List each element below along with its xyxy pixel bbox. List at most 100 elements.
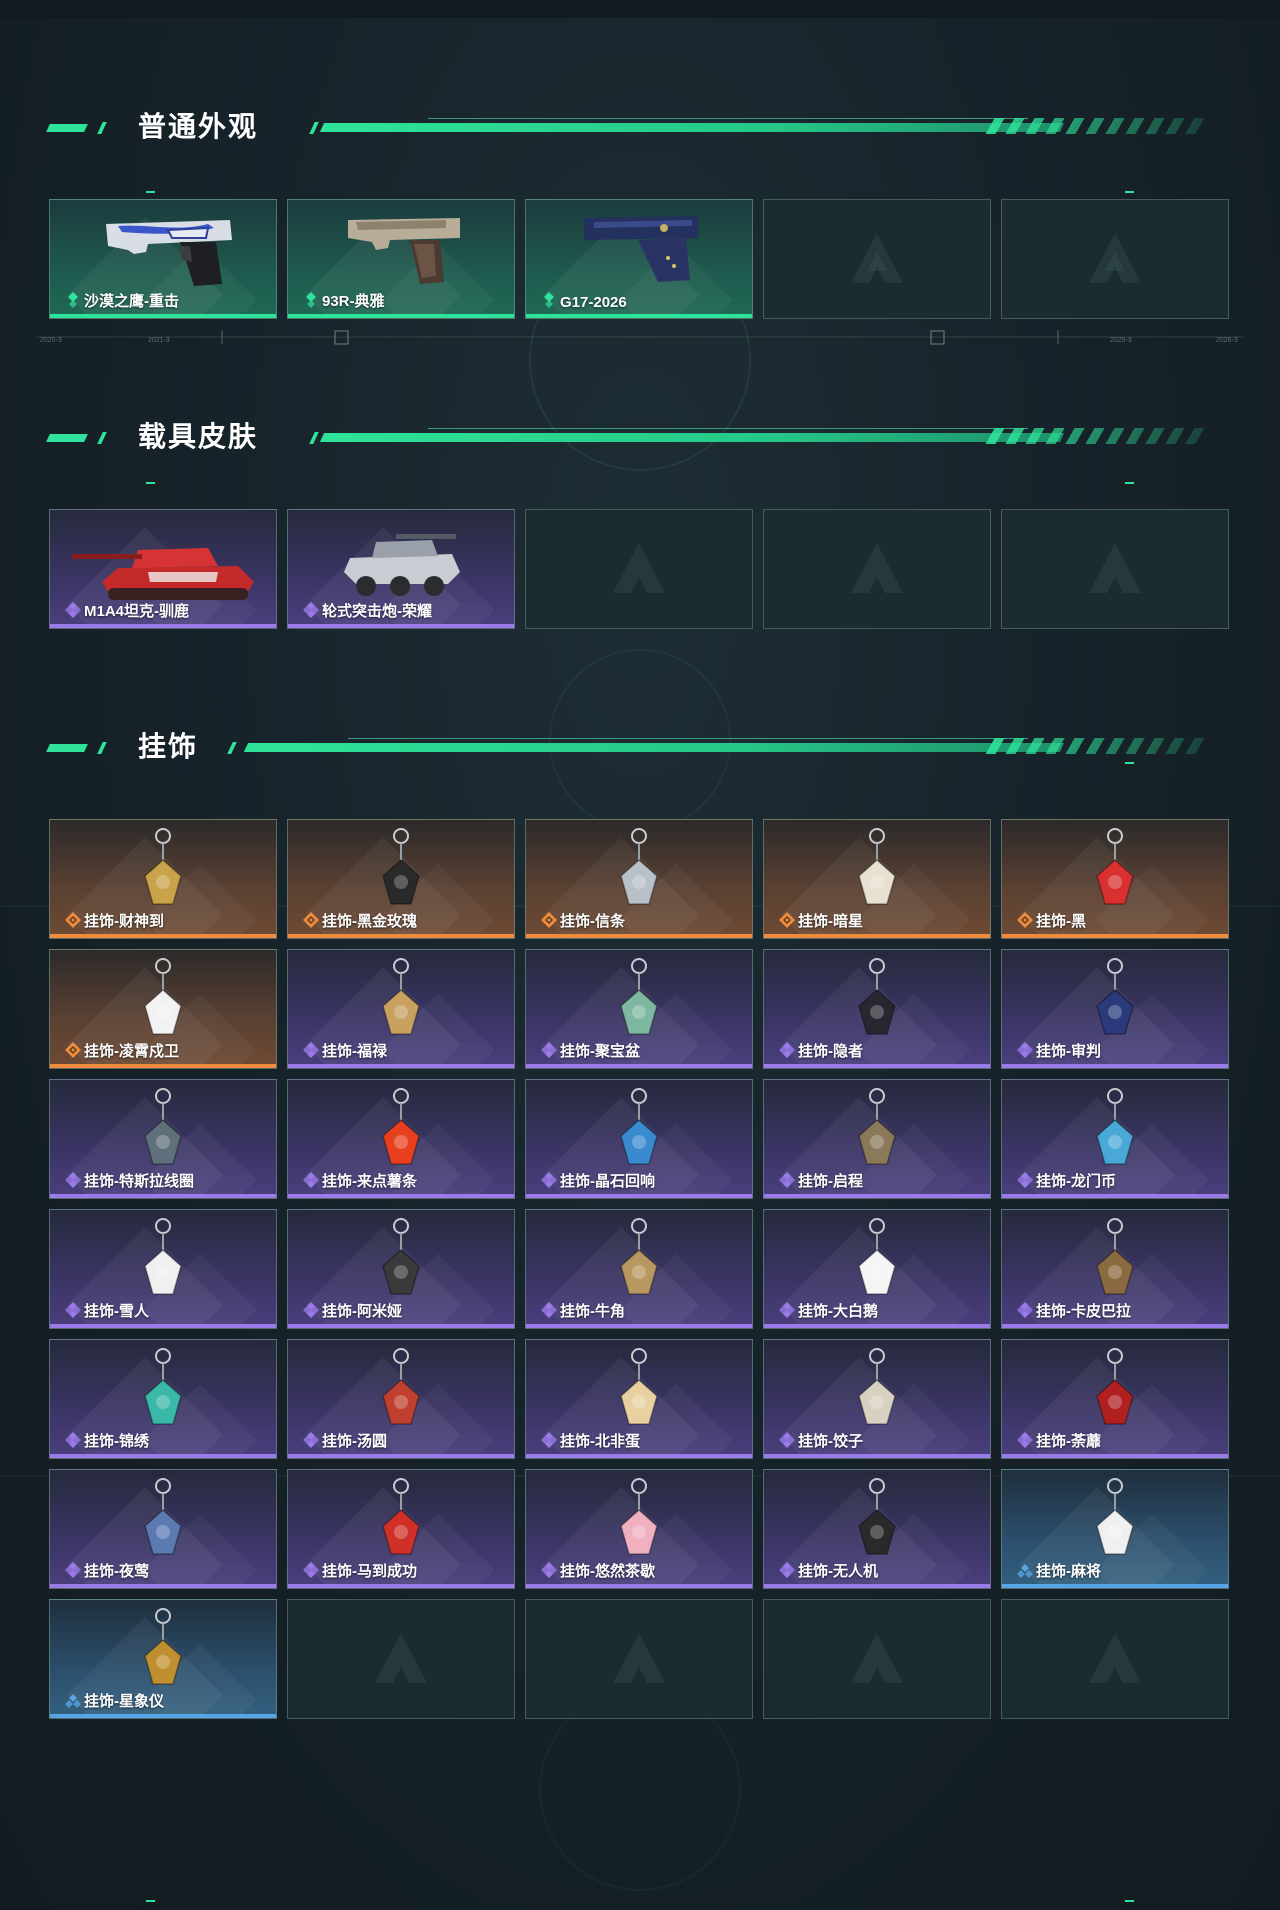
- header-line: [243, 743, 1065, 752]
- pendant-card[interactable]: 挂饰-卡皮巴拉: [1001, 1209, 1229, 1329]
- card-label: 挂饰-隐者: [798, 1043, 863, 1060]
- rarity-bar: [288, 1324, 514, 1328]
- header-accent: [46, 434, 88, 442]
- rarity-purple-icon: [541, 1042, 557, 1058]
- pendant-card[interactable]: 挂饰-马到成功: [287, 1469, 515, 1589]
- pendant-card[interactable]: 挂饰-福禄: [287, 949, 515, 1069]
- rarity-bar: [1002, 1324, 1228, 1328]
- pendant-card[interactable]: 挂饰-来点薯条: [287, 1079, 515, 1199]
- timeline-label: 2020-3: [40, 337, 62, 344]
- rarity-purple-icon: [65, 1172, 81, 1188]
- rarity-purple-icon: [1017, 1172, 1033, 1188]
- rarity-orange-icon: [1017, 912, 1033, 928]
- rarity-purple-icon: [1017, 1432, 1033, 1448]
- logo-placeholder-icon: [1089, 543, 1141, 593]
- header-accent: [227, 742, 237, 754]
- pendant-card[interactable]: 挂饰-悠然茶歇: [525, 1469, 753, 1589]
- pendant-card[interactable]: 挂饰-锦绣: [49, 1339, 277, 1459]
- pendant-card[interactable]: 挂饰-阿米娅: [287, 1209, 515, 1329]
- rarity-bar: [50, 1324, 276, 1328]
- pendant-card[interactable]: 挂饰-启程: [763, 1079, 991, 1199]
- rarity-bar: [1002, 1454, 1228, 1458]
- pendant-card[interactable]: 挂饰-信条: [525, 819, 753, 939]
- pendant-card[interactable]: 挂饰-隐者: [763, 949, 991, 1069]
- rarity-orange-icon: [303, 912, 319, 928]
- pendant-card[interactable]: 挂饰-龙门币: [1001, 1079, 1229, 1199]
- black-icon: [1096, 828, 1134, 905]
- pendant-card[interactable]: 挂饰-特斯拉线圈: [49, 1079, 277, 1199]
- rarity-purple-icon: [65, 1432, 81, 1448]
- pendant-card[interactable]: 挂饰-雪人: [49, 1209, 277, 1329]
- pendant-card[interactable]: 挂饰-汤圆: [287, 1339, 515, 1459]
- pendant-card[interactable]: 挂饰-星象仪: [49, 1599, 277, 1719]
- rarity-green-icon: [306, 292, 316, 308]
- card-label: 挂饰-信条: [560, 913, 625, 930]
- horns-icon: [620, 1218, 658, 1295]
- rarity-purple-icon: [1017, 1042, 1033, 1058]
- pendant-card[interactable]: 挂饰-牛角: [525, 1209, 753, 1329]
- skin-card[interactable]: G17-2026: [525, 199, 753, 319]
- header-accent: [46, 744, 88, 752]
- pendant-card[interactable]: 挂饰-无人机: [763, 1469, 991, 1589]
- tank-icon: [72, 548, 254, 600]
- skin-card[interactable]: 轮式突击炮-荣耀: [287, 509, 515, 629]
- card-label: M1A4坦克-驯鹿: [84, 603, 190, 620]
- card-label: 挂饰-启程: [798, 1173, 863, 1190]
- departure-icon: [858, 1088, 896, 1165]
- pendant-card[interactable]: 挂饰-荼蘼: [1001, 1339, 1229, 1459]
- card-label: 挂饰-荼蘼: [1036, 1433, 1101, 1450]
- card-label: 挂饰-黑金玫瑰: [322, 913, 417, 930]
- pendant-card[interactable]: 挂饰-夜莺: [49, 1469, 277, 1589]
- section-title: 普通外观: [138, 111, 259, 142]
- logo-placeholder-icon: [1089, 1633, 1141, 1683]
- header-checker: [985, 738, 1205, 754]
- hermit-card-icon: [858, 958, 896, 1035]
- pendant-card[interactable]: 挂饰-暗星: [763, 819, 991, 939]
- skin-card[interactable]: 93R-典雅: [287, 199, 515, 319]
- amiya-icon: [382, 1218, 420, 1295]
- rarity-bar: [764, 934, 990, 938]
- section-header-vehicle: 载具皮肤: [46, 419, 1205, 455]
- pendant-card[interactable]: 挂饰-财神到: [49, 819, 277, 939]
- rarity-bar: [50, 1454, 276, 1458]
- rarity-bar: [50, 1714, 276, 1718]
- pendant-card[interactable]: 挂饰-北非蛋: [525, 1339, 753, 1459]
- rarity-purple-icon: [541, 1172, 557, 1188]
- section-title: 载具皮肤: [138, 421, 259, 452]
- rarity-bar: [526, 1064, 752, 1068]
- pendant-card[interactable]: 挂饰-凌霄戍卫: [49, 949, 277, 1069]
- header-thin-line: [348, 738, 1028, 739]
- pendant-card[interactable]: 挂饰-大白鹅: [763, 1209, 991, 1329]
- mahjong-icon: [1096, 1478, 1134, 1555]
- header-accent: [309, 432, 319, 444]
- pendant-card[interactable]: 挂饰-黑: [1001, 819, 1229, 939]
- pendant-card[interactable]: 挂饰-饺子: [763, 1339, 991, 1459]
- logo-placeholder-icon: [851, 1633, 903, 1683]
- card-label: 挂饰-马到成功: [322, 1563, 417, 1580]
- god-of-wealth-icon: [144, 828, 182, 905]
- tick-mark: [1125, 191, 1134, 193]
- rarity-bar: [1002, 1064, 1228, 1068]
- rarity-purple-icon: [779, 1562, 795, 1578]
- pendant-card[interactable]: 挂饰-黑金玫瑰: [287, 819, 515, 939]
- rarity-green-icon: [68, 292, 78, 308]
- treasure-bowl-icon: [620, 958, 658, 1035]
- skin-card[interactable]: M1A4坦克-驯鹿: [49, 509, 277, 629]
- skin-card[interactable]: 沙漠之鹰-重击: [49, 199, 277, 319]
- capybara-icon: [1096, 1218, 1134, 1295]
- creed-icon: [620, 828, 658, 905]
- pendant-card[interactable]: 挂饰-聚宝盆: [525, 949, 753, 1069]
- pendant-card[interactable]: 挂饰-晶石回响: [525, 1079, 753, 1199]
- empty-slot: [1001, 509, 1229, 629]
- rarity-bar: [526, 1324, 752, 1328]
- card-label: 挂饰-悠然茶歇: [560, 1563, 655, 1580]
- pendant-card[interactable]: 挂饰-麻将: [1001, 1469, 1229, 1589]
- empty-slot: [1001, 1599, 1229, 1719]
- card-label: 挂饰-大白鹅: [798, 1303, 878, 1320]
- pendant-card[interactable]: 挂饰-审判: [1001, 949, 1229, 1069]
- rarity-bar: [764, 1324, 990, 1328]
- rarity-purple-icon: [779, 1042, 795, 1058]
- pistol-g17-icon: [584, 216, 698, 282]
- tesla-coil-icon: [144, 1088, 182, 1165]
- rarity-purple-icon: [303, 1172, 319, 1188]
